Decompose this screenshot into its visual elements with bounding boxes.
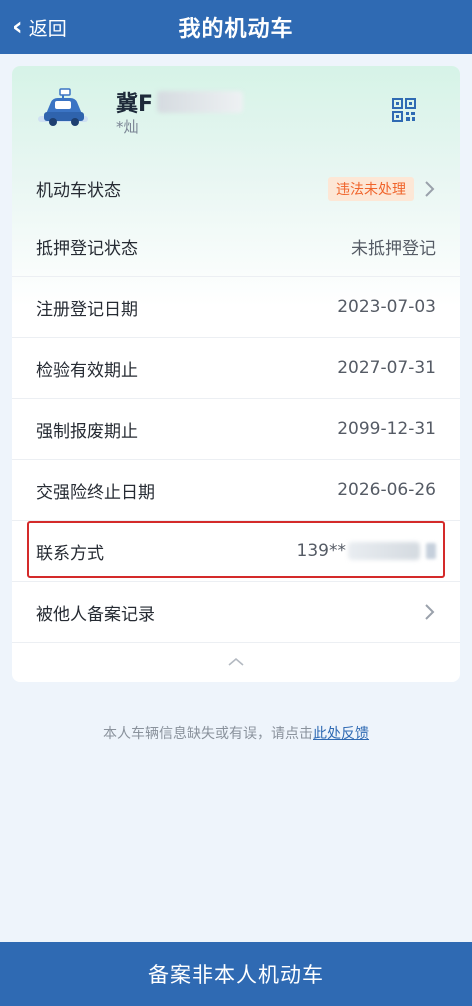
- row-label: 抵押登记状态: [36, 238, 138, 259]
- plate-prefix: 冀F: [116, 92, 154, 117]
- row-value: 2023-07-03: [337, 297, 436, 317]
- phone-redacted: [348, 542, 420, 560]
- chevron-right-icon: [425, 180, 435, 197]
- row-value: 2099-12-31: [337, 419, 436, 439]
- owner-name: *灿: [116, 118, 139, 136]
- row-label: 强制报废期止: [36, 421, 138, 442]
- row-value: 2026-06-26: [337, 480, 436, 500]
- plate-redacted: [157, 91, 244, 113]
- feedback-link[interactable]: 此处反馈: [313, 726, 369, 742]
- row-registration-date: 注册登记日期 2023-07-03: [12, 277, 460, 338]
- row-label: 检验有效期止: [36, 360, 138, 381]
- register-other-vehicle-button[interactable]: 备案非本人机动车: [0, 942, 472, 1006]
- qr-code-icon[interactable]: [392, 98, 416, 122]
- top-nav-bar: ‹ 返回 我的机动车: [0, 0, 472, 54]
- chevron-up-icon: [228, 657, 244, 666]
- car-icon: [38, 88, 88, 126]
- row-label: 注册登记日期: [36, 299, 138, 320]
- chevron-left-icon: ‹: [12, 12, 23, 42]
- row-insurance-expiry: 交强险终止日期 2026-06-26: [12, 460, 460, 521]
- row-label: 机动车状态: [36, 181, 121, 201]
- status-badge: 违法未处理: [328, 176, 414, 201]
- license-plate: 冀F: [116, 86, 244, 118]
- row-contact: 联系方式 139**: [12, 521, 460, 582]
- back-button[interactable]: ‹ 返回: [12, 0, 67, 54]
- collapse-button[interactable]: [12, 642, 460, 682]
- vehicle-card: 冀F *灿 机动车状态 违法未处理 抵押登记状态 未抵押登记 注册登记日期 20…: [12, 66, 460, 682]
- row-value: 2027-07-31: [337, 358, 436, 378]
- row-label: 被他人备案记录: [36, 604, 155, 625]
- chevron-right-icon: [425, 604, 435, 620]
- row-filing-records[interactable]: 被他人备案记录: [12, 582, 460, 643]
- feedback-line: 本人车辆信息缺失或有误，请点击此处反馈: [0, 723, 472, 743]
- row-inspection-expiry: 检验有效期止 2027-07-31: [12, 338, 460, 399]
- row-value: 139**: [297, 541, 436, 561]
- phone-number: 139**: [296, 541, 346, 561]
- feedback-text: 本人车辆信息缺失或有误，请点击: [103, 726, 313, 742]
- row-label: 交强险终止日期: [36, 482, 155, 503]
- back-label: 返回: [28, 17, 67, 40]
- phone-redacted-tail: [426, 543, 436, 559]
- page-title: 我的机动车: [178, 17, 294, 42]
- row-scrap-deadline: 强制报废期止 2099-12-31: [12, 399, 460, 460]
- vehicle-header: 冀F *灿: [12, 66, 460, 158]
- row-mortgage-status: 抵押登记状态 未抵押登记: [12, 216, 460, 277]
- row-vehicle-status[interactable]: 机动车状态 违法未处理: [12, 158, 460, 219]
- row-value: 未抵押登记: [351, 238, 436, 259]
- row-label: 联系方式: [36, 543, 104, 564]
